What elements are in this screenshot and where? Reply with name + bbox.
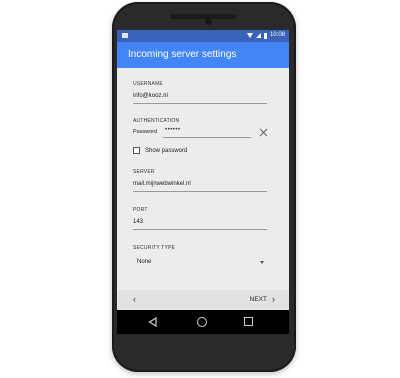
- system-nav-bar: [117, 310, 289, 334]
- username-underline: [133, 103, 267, 104]
- speaker-grille: [170, 14, 236, 19]
- bottom-action-bar: ‹ NEXT ›: [117, 290, 289, 310]
- wifi-icon: [246, 33, 253, 38]
- security-type-label: SECURITY TYPE: [133, 245, 176, 251]
- server-underline: [133, 191, 267, 192]
- show-password-label[interactable]: Show password: [145, 148, 187, 154]
- page-title: Incoming server settings: [128, 49, 237, 60]
- settings-form: USERNAME info@kooz.nl AUTHENTICATION Pas…: [117, 68, 289, 290]
- password-field[interactable]: ••••••: [165, 127, 181, 133]
- server-label: SERVER: [133, 169, 155, 175]
- phone-frame: 10:08 Incoming server settings USERNAME …: [112, 2, 296, 372]
- password-label: Password: [133, 129, 158, 135]
- nav-recents-icon[interactable]: [244, 317, 253, 326]
- username-label: USERNAME: [133, 81, 163, 87]
- next-label: NEXT: [249, 296, 267, 303]
- password-underline: [163, 137, 251, 138]
- show-password-checkbox[interactable]: [133, 147, 140, 154]
- notification-icon: [122, 33, 128, 38]
- username-field[interactable]: info@kooz.nl: [133, 93, 168, 99]
- status-time: 10:08: [269, 32, 285, 38]
- chevron-right-icon: ›: [272, 294, 275, 304]
- app-bar: Incoming server settings: [117, 42, 289, 68]
- dropdown-arrow-icon[interactable]: [260, 261, 264, 264]
- port-label: PORT: [133, 207, 148, 213]
- next-button[interactable]: NEXT ›: [249, 294, 275, 304]
- signal-icon: [255, 33, 261, 38]
- back-button[interactable]: ‹: [133, 294, 136, 304]
- front-camera: [205, 18, 212, 25]
- security-type-select[interactable]: None: [137, 259, 151, 265]
- port-underline: [133, 229, 267, 230]
- clear-password-icon[interactable]: [259, 128, 268, 137]
- port-field[interactable]: 143: [133, 219, 143, 225]
- phone-screen: 10:08 Incoming server settings USERNAME …: [117, 30, 289, 334]
- authentication-label: AUTHENTICATION: [133, 118, 180, 124]
- nav-home-icon[interactable]: [197, 317, 207, 327]
- status-bar: 10:08: [117, 30, 289, 42]
- server-field[interactable]: mail.mijnwebwinkel.nl: [133, 181, 191, 187]
- battery-icon: [263, 32, 267, 39]
- nav-back-icon[interactable]: [148, 317, 158, 327]
